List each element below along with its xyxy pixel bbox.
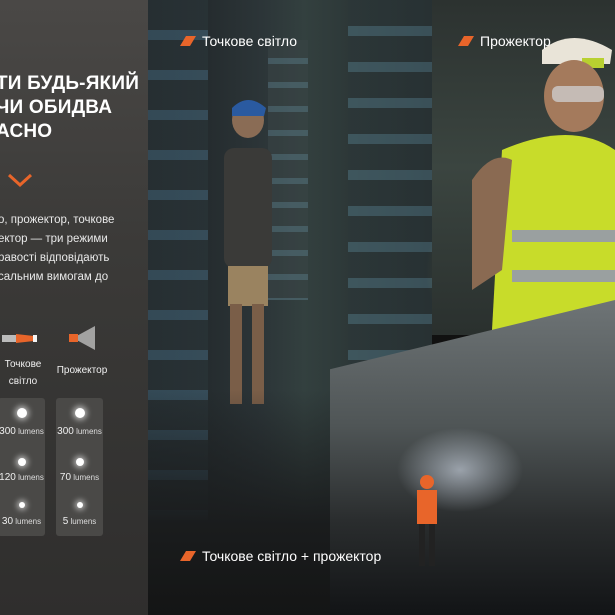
level-flood-high: 300 lumens <box>57 426 102 437</box>
mode-label-flood: Прожектор <box>56 365 108 376</box>
brightness-high-icon <box>17 408 27 418</box>
brightness-medium-icon <box>76 458 84 466</box>
tag-flood: Прожектор <box>458 33 551 49</box>
tag-both: Точкове світло + прожектор <box>180 548 381 564</box>
tag-flood-label: Прожектор <box>480 33 551 49</box>
level-flood-mid: 70 lumens <box>59 472 100 483</box>
brightness-low-icon <box>19 502 25 508</box>
headline: ТИ БУДЬ-ЯКИЙ ЧИ ОБИДВА АСНО <box>0 73 140 142</box>
level-flood-low: 5 lumens <box>62 516 97 527</box>
slash-icon <box>458 36 474 46</box>
slash-icon <box>180 36 196 46</box>
brightness-high-icon <box>75 408 85 418</box>
worker-figure <box>224 100 272 404</box>
level-spot-high: 300 lumens <box>0 426 44 437</box>
slash-icon <box>180 551 196 561</box>
helmet-worker-figure <box>472 38 615 330</box>
spot-beam-icon <box>2 334 37 343</box>
flood-beam-icon <box>69 326 95 350</box>
worker-helmet-photo <box>432 0 615 335</box>
level-spot-mid: 120 lumens <box>0 472 44 483</box>
chevron-down-icon <box>7 173 33 188</box>
floor-shadow <box>148 390 348 615</box>
description: о, прожектор, точкове ектор — три режими… <box>0 214 115 283</box>
flood-levels-card: 300 lumens 70 lumens 5 lumens <box>56 398 103 536</box>
tag-spot: Точкове світло <box>180 33 297 49</box>
brightness-low-icon <box>77 502 83 508</box>
tag-both-label: Точкове світло + прожектор <box>202 548 382 564</box>
tunnel-worker-figure <box>417 475 437 566</box>
mode-label-spot: Точкове світло <box>4 359 42 387</box>
brightness-medium-icon <box>18 458 26 466</box>
tag-spot-label: Точкове світло <box>202 33 298 49</box>
spot-levels-card: 300 lumens 120 lumens 30 lumens <box>0 398 45 536</box>
info-panel: ТИ БУДЬ-ЯКИЙ ЧИ ОБИДВА АСНО о, прожектор… <box>0 0 148 615</box>
level-spot-low: 30 lumens <box>1 516 42 527</box>
